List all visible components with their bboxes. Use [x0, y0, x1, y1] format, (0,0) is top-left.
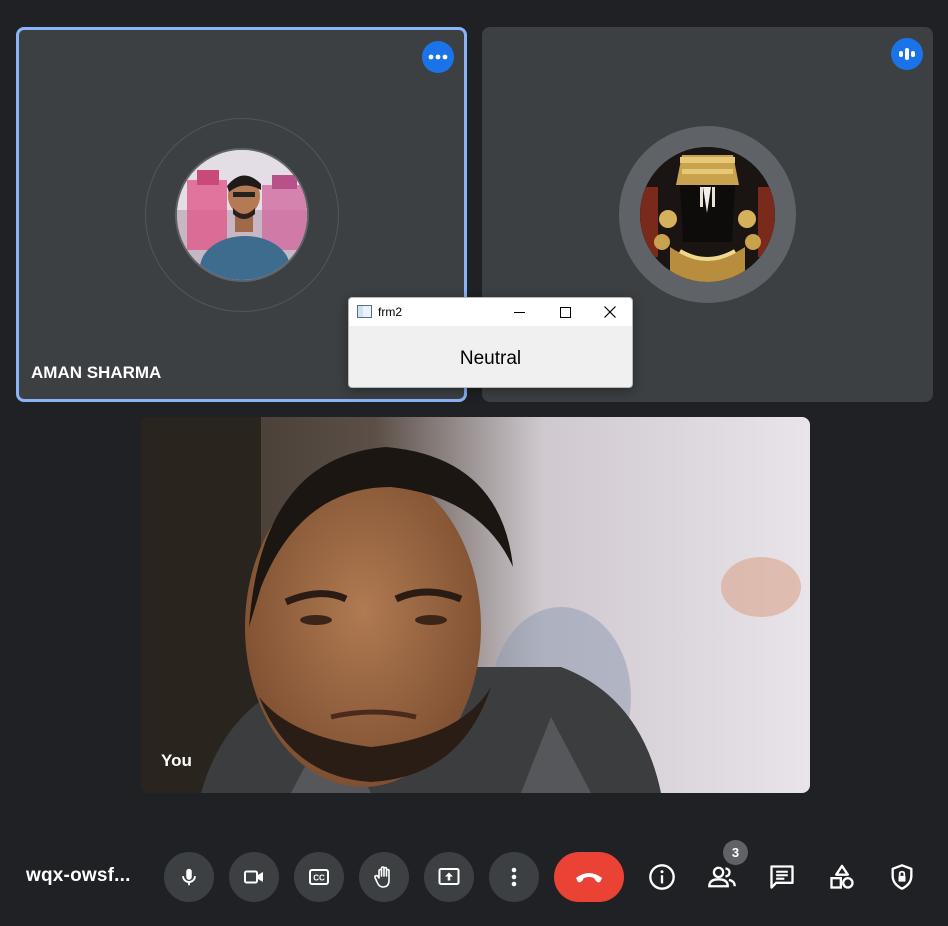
avatar: [640, 147, 775, 282]
meeting-details-button[interactable]: [642, 857, 682, 897]
mic-icon: [182, 868, 196, 886]
present-screen-button[interactable]: [424, 852, 474, 902]
audio-level-indicator: [891, 38, 923, 70]
window-titlebar[interactable]: frm2: [349, 298, 632, 326]
more-options-button[interactable]: [422, 41, 454, 73]
minimize-icon: [513, 311, 525, 313]
people-icon: [708, 866, 736, 888]
host-controls-button[interactable]: [882, 857, 922, 897]
avatar: [175, 148, 309, 282]
app-window-icon: [357, 305, 372, 318]
more-horiz-icon: [428, 54, 448, 60]
info-icon: [649, 864, 675, 890]
activities-button[interactable]: [822, 857, 862, 897]
svg-text:CC: CC: [313, 874, 325, 883]
more-vert-icon: [511, 867, 517, 887]
microphone-button[interactable]: [164, 852, 214, 902]
participant-name: AMAN SHARMA: [31, 363, 162, 382]
captions-button[interactable]: CC: [294, 852, 344, 902]
more-options-button[interactable]: [489, 852, 539, 902]
self-label: You: [161, 751, 192, 770]
audio-level-icon: [899, 48, 915, 60]
minimize-button[interactable]: [496, 298, 542, 326]
raise-hand-button[interactable]: [359, 852, 409, 902]
people-count-badge: 3: [723, 840, 748, 865]
emotion-label: Neutral: [459, 348, 522, 369]
activities-icon: [830, 864, 854, 889]
call-end-icon: [576, 873, 602, 883]
maximize-button[interactable]: [542, 298, 588, 326]
present-icon: [438, 868, 460, 885]
close-button[interactable]: [587, 298, 633, 326]
close-icon: [604, 306, 616, 318]
raise-hand-icon: [374, 866, 390, 888]
chat-icon: [770, 865, 794, 889]
emotion-popup-window[interactable]: frm2 Neutral: [348, 297, 633, 388]
self-video: [141, 417, 810, 793]
camera-button[interactable]: [229, 852, 279, 902]
window-title: frm2: [378, 305, 402, 319]
meeting-code[interactable]: wqx-owsf...: [26, 865, 131, 887]
maximize-icon: [559, 306, 571, 318]
host-controls-icon: [891, 864, 913, 890]
chat-button[interactable]: [762, 857, 802, 897]
captions-icon: CC: [309, 869, 329, 885]
end-call-button[interactable]: [554, 852, 624, 902]
self-view-tile[interactable]: You: [141, 417, 810, 793]
camera-icon: [244, 870, 263, 884]
